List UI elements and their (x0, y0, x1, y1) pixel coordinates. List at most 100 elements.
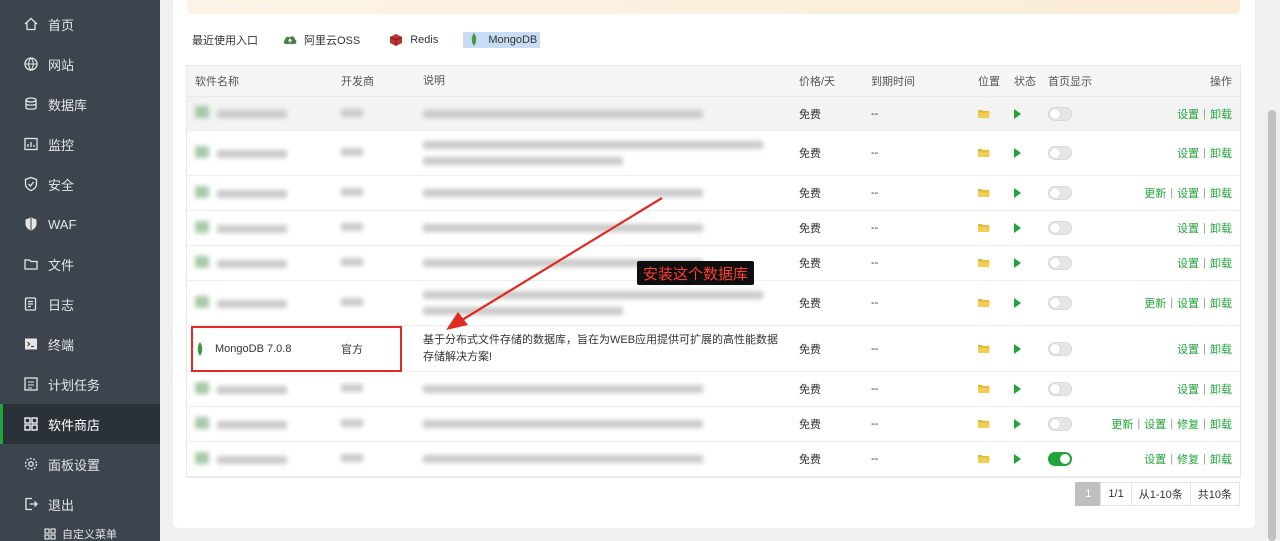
sidebar-item[interactable]: 日志 (0, 284, 160, 324)
action-link[interactable]: 卸载 (1210, 381, 1232, 397)
sidebar-item[interactable]: 数据库 (0, 84, 160, 124)
action-link[interactable]: 设置 (1177, 106, 1199, 122)
expire-time: -- (871, 147, 879, 159)
play-status-icon[interactable] (1014, 131, 1034, 175)
action-link[interactable]: 卸载 (1210, 185, 1232, 201)
sidebar-item-label: 监控 (48, 137, 75, 153)
open-folder-icon[interactable] (978, 246, 998, 280)
action-link[interactable]: 更新 (1144, 295, 1166, 311)
action-link[interactable]: 卸载 (1210, 106, 1232, 122)
home-display-toggle[interactable] (1048, 246, 1088, 280)
expire-time: -- (871, 257, 879, 269)
actions: 设置 | 卸载 (1177, 145, 1232, 161)
play-status-icon[interactable] (1014, 281, 1034, 325)
developer-blurred (341, 97, 411, 130)
open-folder-icon[interactable] (978, 326, 998, 371)
developer-blurred (341, 131, 411, 175)
page-count: 1/1 (1100, 482, 1132, 506)
home-display-toggle[interactable] (1048, 281, 1088, 325)
sidebar-item[interactable]: 文件 (0, 244, 160, 284)
software-name-blurred (195, 246, 335, 280)
folder-icon (23, 256, 39, 272)
expire-time: -- (871, 418, 879, 430)
recent-item-label: 阿里云OSS (304, 35, 361, 47)
software-name-blurred (195, 372, 335, 406)
action-link[interactable]: 设置 (1144, 416, 1166, 432)
play-status-icon[interactable] (1014, 211, 1034, 245)
action-link[interactable]: 修复 (1177, 416, 1199, 432)
play-status-icon[interactable] (1014, 97, 1034, 130)
open-folder-icon[interactable] (978, 176, 998, 210)
open-folder-icon[interactable] (978, 442, 998, 476)
home-display-toggle[interactable] (1048, 442, 1088, 476)
action-link[interactable]: 设置 (1177, 381, 1199, 397)
home-display-toggle[interactable] (1048, 131, 1088, 175)
action-link[interactable]: 修复 (1177, 451, 1199, 467)
open-folder-icon[interactable] (978, 407, 998, 441)
sidebar-custom-menu[interactable]: 自定义菜单 (44, 526, 117, 541)
developer-blurred (341, 372, 411, 406)
sidebar-item-label: 文件 (48, 257, 75, 273)
action-link[interactable]: 设置 (1177, 220, 1199, 236)
action-link[interactable]: 设置 (1177, 341, 1199, 357)
sidebar-item-label: WAF (48, 216, 77, 232)
action-link[interactable]: 卸载 (1210, 145, 1232, 161)
table-row: 免费 -- 更新 | 设置 | 卸载 (187, 281, 1240, 326)
home-display-toggle[interactable] (1048, 372, 1088, 406)
recent-item-mongodb[interactable]: MongoDB (463, 32, 541, 48)
play-status-icon[interactable] (1014, 372, 1034, 406)
log-icon (23, 296, 39, 312)
action-link[interactable]: 卸载 (1210, 416, 1232, 432)
home-display-toggle[interactable] (1048, 407, 1088, 441)
action-link[interactable]: 卸载 (1210, 451, 1232, 467)
table-row: 免费 -- 设置 | 卸载 (187, 97, 1240, 131)
action-link[interactable]: 更新 (1144, 185, 1166, 201)
action-link[interactable]: 设置 (1177, 185, 1199, 201)
home-display-toggle[interactable] (1048, 97, 1088, 130)
actions: 设置 | 卸载 (1177, 381, 1232, 397)
sidebar: 首页 网站 数据库监控安全 WAF 文件日志 终端 计划任务 软件商店 面板设置 退出 (0, 0, 160, 541)
actions: 设置 | 卸载 (1177, 341, 1232, 357)
open-folder-icon[interactable] (978, 97, 998, 130)
scrollbar[interactable] (1268, 110, 1276, 541)
software-name-blurred (195, 97, 335, 130)
open-folder-icon[interactable] (978, 372, 998, 406)
action-link[interactable]: 设置 (1177, 145, 1199, 161)
play-status-icon[interactable] (1014, 246, 1034, 280)
home-display-toggle[interactable] (1048, 326, 1088, 371)
play-status-icon[interactable] (1014, 326, 1034, 371)
action-link[interactable]: 卸载 (1210, 341, 1232, 357)
page-current[interactable]: 1 (1075, 482, 1102, 506)
software-name-blurred (195, 176, 335, 210)
sidebar-item[interactable]: 软件商店 (0, 404, 160, 444)
recent-item-label: Redis (410, 34, 439, 46)
action-link[interactable]: 设置 (1177, 255, 1199, 271)
sidebar-item[interactable]: 终端 (0, 324, 160, 364)
sidebar-item[interactable]: 退出 (0, 484, 160, 524)
play-status-icon[interactable] (1014, 442, 1034, 476)
recent-item-oss[interactable]: 阿里云OSS (282, 32, 360, 48)
action-link[interactable]: 卸载 (1210, 255, 1232, 271)
open-folder-icon[interactable] (978, 281, 998, 325)
sidebar-item[interactable]: 首页 (0, 4, 160, 44)
sidebar-item[interactable]: 网站 (0, 44, 160, 84)
action-link[interactable]: 设置 (1177, 295, 1199, 311)
sidebar-item[interactable]: WAF (0, 204, 160, 244)
open-folder-icon[interactable] (978, 131, 998, 175)
sidebar-item[interactable]: 安全 (0, 164, 160, 204)
home-display-toggle[interactable] (1048, 211, 1088, 245)
play-status-icon[interactable] (1014, 176, 1034, 210)
recent-item-redis[interactable]: Redis (388, 32, 438, 48)
action-link[interactable]: 卸载 (1210, 220, 1232, 236)
open-folder-icon[interactable] (978, 211, 998, 245)
actions: 设置 | 卸载 (1177, 255, 1232, 271)
shield-icon (23, 176, 39, 192)
sidebar-item[interactable]: 监控 (0, 124, 160, 164)
action-link[interactable]: 更新 (1111, 416, 1133, 432)
sidebar-item[interactable]: 计划任务 (0, 364, 160, 404)
action-link[interactable]: 卸载 (1210, 295, 1232, 311)
play-status-icon[interactable] (1014, 407, 1034, 441)
home-display-toggle[interactable] (1048, 176, 1088, 210)
action-link[interactable]: 设置 (1144, 451, 1166, 467)
sidebar-item[interactable]: 面板设置 (0, 444, 160, 484)
